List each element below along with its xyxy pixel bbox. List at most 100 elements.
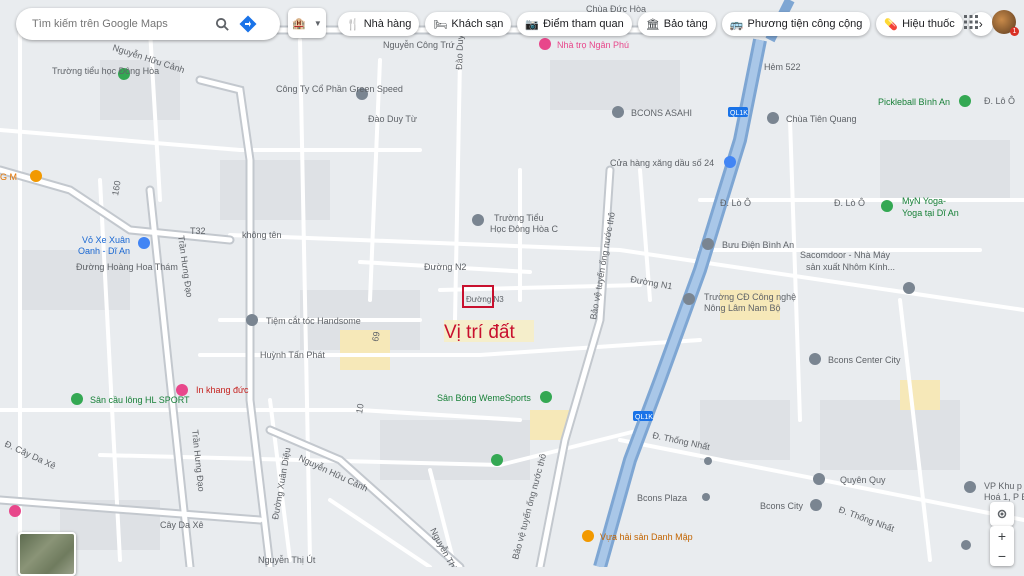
museum-icon: 🏛 [645,18,660,31]
label-bcons-center: Bcons Center City [828,355,901,365]
directions-button[interactable] [235,11,261,37]
poi-badminton-icon [71,393,83,405]
label-truong-tieu-hoc: Trường tiểu học Đông Hòa [52,66,159,76]
hotel-filter-button[interactable]: 🏨 ▼ [288,8,326,38]
search-box[interactable] [16,8,280,40]
label-duong-n3: Đường N3 [466,295,504,304]
label-san-cau-long: Sân cầu lông HL SPORT [90,395,190,405]
label-xang-dau: Cửa hàng xăng dầu số 24 [610,158,714,168]
avatar[interactable]: 1 [992,10,1019,36]
chip-restaurants[interactable]: 🍴 Nhà hàng [338,12,420,36]
label-vp-khu-pho: VP Khu p [984,481,1022,491]
land-location-label: Vị trí đất [444,322,515,343]
chip-hotels[interactable]: 🛏 Khách sạn [425,12,512,36]
hotel-icon: 🏨 [292,17,306,30]
search-button[interactable] [209,11,235,37]
label-truong-cd: Trường CĐ Công nghệ [704,292,796,302]
chip-museums[interactable]: 🏛 Bảo tàng [637,12,716,36]
label-pickleball: Pickleball Bình An [878,97,950,107]
label-truong-dong-hoa-c: Trường Tiểu [494,213,544,223]
poi-city-icon [810,499,822,511]
label-tiem-cat-toc: Tiệm cắt tóc Handsome [266,316,361,326]
label-10: 10 [354,403,366,415]
poi-bcons-icon [809,353,821,365]
poi-hotel-icon [539,38,551,50]
label-bcons-asahi: BCONS ASAHI [631,108,692,118]
poi-vp-icon [964,481,976,493]
bus-icon: 🚌 [729,18,744,31]
label-nguyen-thi-ut-1: Nguyễn Thị Út [258,555,316,565]
poi-green2-icon [491,454,503,466]
label-quyen-quy: Quyên Quy [840,475,886,485]
notification-badge: 1 [1010,27,1019,36]
poi-pink-icon [9,505,21,517]
label-sacomdoor: Sacomdoor - Nhà Máy [800,250,891,260]
poi-building-icon [612,106,624,118]
label-nguyen-cong-tru: Nguyễn Công Trứ [383,40,455,50]
chip-attractions[interactable]: 📷 Điểm tham quan [517,12,632,36]
bed-icon: 🛏 [433,18,448,31]
label-buu-dien: Bưu Điện Bình An [722,240,794,250]
layers-toggle-thumbnail[interactable] [18,532,76,576]
poi-school2-icon [472,214,484,226]
zoom-out-button[interactable]: − [990,546,1014,566]
zoom-controls: + − [990,526,1014,566]
chip-pharmacies[interactable]: 💊 Hiệu thuốc [876,12,963,36]
label-myn-yoga-2: Yoga tại Dĩ An [902,208,959,218]
poi-seafood-icon [582,530,594,542]
chevron-down-icon: ▼ [313,18,322,28]
label-d-lo-o-tr: Đ. Lô Ô [984,96,1015,106]
account-tools: 1 [964,10,1019,36]
svg-text:QL1K: QL1K [635,414,653,421]
poi-factory-icon [903,282,915,294]
label-ng: G M [0,172,17,182]
label-in-khang-duc: In khang đức [196,385,249,395]
label-69: 69 [370,331,382,343]
svg-text:QL1K: QL1K [730,110,748,117]
poi-plaza-icon [702,493,710,501]
label-green-speed: Công Ty Cổ Phần Green Speed [276,84,403,94]
label-cay-da-xe-2: Cây Da Xê [160,520,204,530]
chip-transit[interactable]: 🚌 Phương tiện công cộng [721,12,871,36]
my-location-button[interactable] [990,502,1014,526]
label-dong-hoa-c-2: Học Đông Hòa C [490,224,559,234]
poi-temple-icon [767,112,779,124]
poi-shop-icon [138,237,150,249]
label-vo-xe: Vỏ Xe Xuân [82,235,130,245]
poi-post-icon [702,238,714,250]
label-nha-tro: Nhà trọ Ngân Phú [557,40,629,50]
label-myn-yoga: MyN Yoga- [902,196,946,206]
zoom-in-button[interactable]: + [990,526,1014,546]
label-hoang-hoa-tham: Đường Hoàng Hoa Thám [76,262,178,272]
poi-football-icon [540,391,552,403]
label-chua-tien-quang: Chùa Tiên Quang [786,114,857,124]
label-truong-cd-2: Nông Lâm Nam Bộ [704,303,781,313]
label-vua-hai-san: Vựa hải sản Danh Mập [600,532,693,542]
label-hem-522: Hẻm 522 [764,62,801,72]
poi-quyen-icon [813,473,825,485]
label-huynh-tan-phat: Huỳnh Tấn Phát [260,350,325,360]
label-t32: T32 [190,226,206,236]
poi-gas-icon [724,156,736,168]
poi-bus-icon [704,457,712,465]
poi-barber-icon [246,314,258,326]
directions-icon [239,15,257,33]
search-input[interactable] [30,17,209,31]
search-icon [215,17,229,31]
label-duong-n2: Đường N2 [424,262,466,272]
label-d-lo-o-2: Đ. Lò Ô [834,198,865,208]
crosshair-icon [997,509,1007,519]
label-san-bong: Sân Bóng WemeSports [437,393,531,403]
map-canvas[interactable]: Nguyễn Công Trứ Nhà trọ Ngân Phú Chùa Đứ… [0,0,1024,567]
label-bcons-city: Bcons City [760,501,804,511]
label-d-lo-o-1: Đ. Lò Ô [720,198,751,208]
label-bcons-plaza: Bcons Plaza [637,493,687,503]
label-dao-duy-tu-h: Đào Duy Từ [368,114,417,124]
poi-park-icon [959,95,971,107]
poi-college-icon [683,293,695,305]
apps-grid-icon[interactable] [964,15,978,29]
poi-shield-icon [961,540,971,550]
category-chips: 🍴 Nhà hàng 🛏 Khách sạn 📷 Điểm tham quan 🏛 Bả… [338,12,993,36]
restaurant-icon: 🍴 [346,18,360,31]
label-vp-khu-pho-2: Hoá 1, P B [984,492,1024,502]
